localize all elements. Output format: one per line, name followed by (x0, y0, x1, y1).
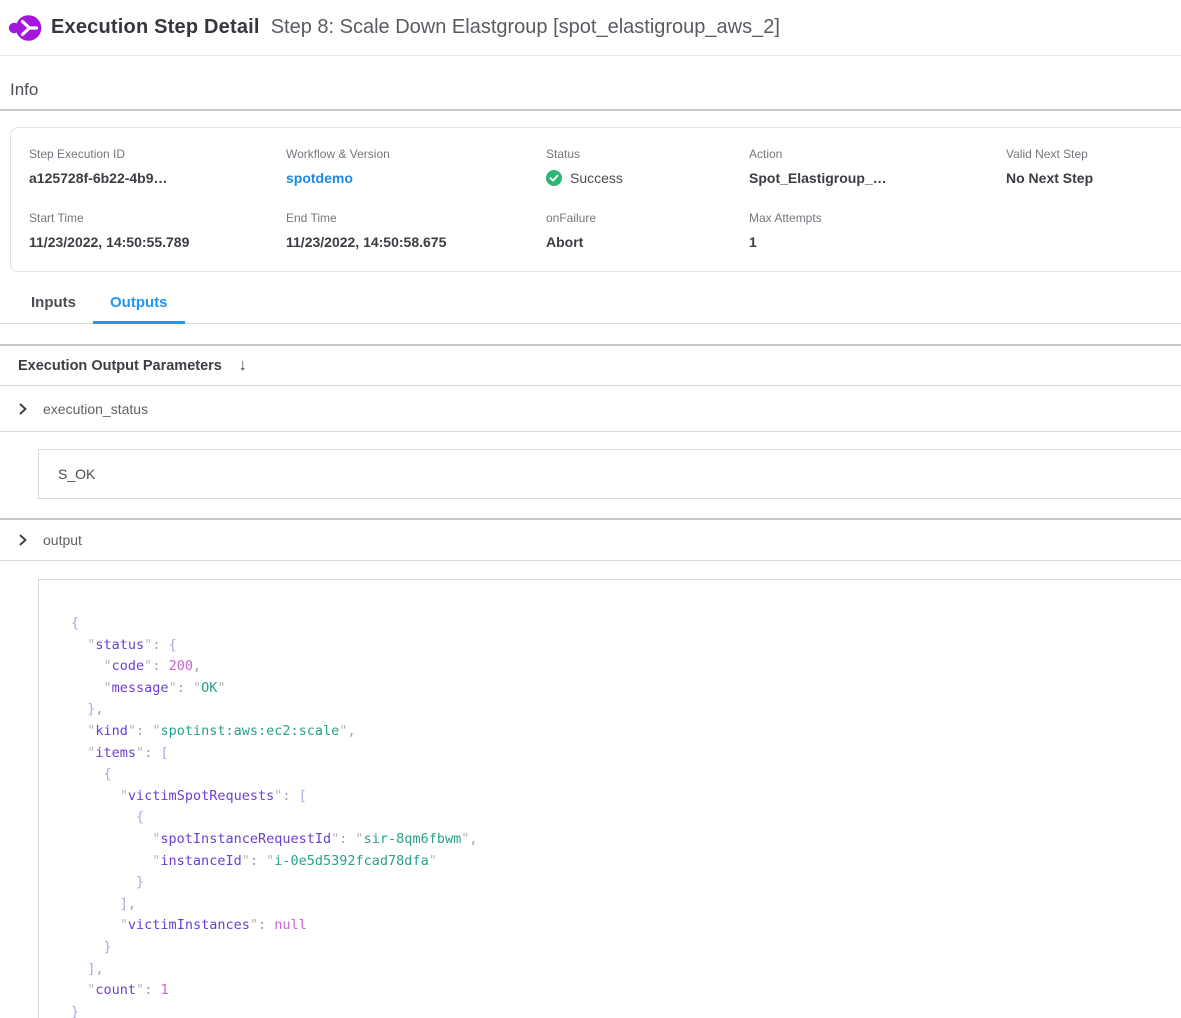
output-json-box: { "status": { "code": 200, "message": "O… (38, 579, 1181, 1018)
field-start-time: Start Time 11/23/2022, 14:50:55.789 (29, 211, 286, 250)
page-subtitle: Step 8: Scale Down Elastgroup [spot_elas… (271, 16, 780, 39)
field-value: 11/23/2022, 14:50:58.675 (286, 234, 546, 250)
status-badge: Success (546, 170, 749, 186)
field-label: Step Execution ID (29, 147, 286, 161)
field-workflow-version: Workflow & Version spotdemo (286, 147, 546, 186)
field-end-time: End Time 11/23/2022, 14:50:58.675 (286, 211, 546, 250)
divider (0, 109, 1181, 111)
chevron-right-icon (17, 403, 29, 415)
field-label: Max Attempts (749, 211, 1006, 225)
field-label: Start Time (29, 211, 286, 225)
param-name: output (43, 532, 82, 548)
field-label: onFailure (546, 211, 749, 225)
page-title: Execution Step Detail (51, 16, 260, 39)
workflow-link[interactable]: spotdemo (286, 170, 546, 186)
field-max-attempts: Max Attempts 1 (749, 211, 1006, 250)
field-label: End Time (286, 211, 546, 225)
output-json-code: { "status": { "code": 200, "message": "O… (71, 613, 1181, 1018)
field-status: Status Success (546, 147, 749, 186)
status-text: Success (570, 170, 623, 186)
field-onfailure: onFailure Abort (546, 211, 749, 250)
tab-outputs[interactable]: Outputs (93, 294, 185, 324)
info-section-heading: Info (0, 56, 1181, 100)
field-action: Action Spot_Elastigroup_… (749, 147, 1006, 186)
success-check-icon (546, 170, 562, 186)
param-row-execution-status[interactable]: execution_status (0, 386, 1181, 431)
inputs-outputs-tabs: Inputs Outputs (0, 294, 1181, 324)
field-value: No Next Step (1006, 170, 1181, 186)
divider (0, 431, 1181, 432)
sort-descending-icon[interactable]: ↓ (239, 358, 247, 374)
field-label: Action (749, 147, 1006, 161)
execution-status-value-box: S_OK (38, 449, 1181, 499)
field-value: 1 (749, 234, 1006, 250)
field-step-execution-id: Step Execution ID a125728f-6b22-4b9… (29, 147, 286, 186)
field-value: 11/23/2022, 14:50:55.789 (29, 234, 286, 250)
execution-output-parameters-title: Execution Output Parameters (18, 358, 222, 374)
field-value: Abort (546, 234, 749, 250)
chevron-right-icon (17, 534, 29, 546)
field-value: a125728f-6b22-4b9… (29, 170, 286, 186)
tab-inputs[interactable]: Inputs (14, 294, 93, 324)
field-valid-next-step: Valid Next Step No Next Step (1006, 147, 1181, 186)
field-label: Workflow & Version (286, 147, 546, 161)
field-value: Spot_Elastigroup_… (749, 170, 1006, 186)
resolve-logo-icon (8, 12, 42, 44)
page-header: Execution Step Detail Step 8: Scale Down… (0, 0, 1181, 56)
field-label: Valid Next Step (1006, 147, 1181, 161)
execution-status-value: S_OK (58, 466, 95, 482)
execution-output-parameters-bar: Execution Output Parameters ↓ (0, 346, 1181, 385)
step-info-card: Step Execution ID a125728f-6b22-4b9… Wor… (10, 127, 1181, 272)
param-name: execution_status (43, 401, 148, 417)
divider (0, 560, 1181, 561)
field-label: Status (546, 147, 749, 161)
param-row-output[interactable]: output (0, 520, 1181, 560)
